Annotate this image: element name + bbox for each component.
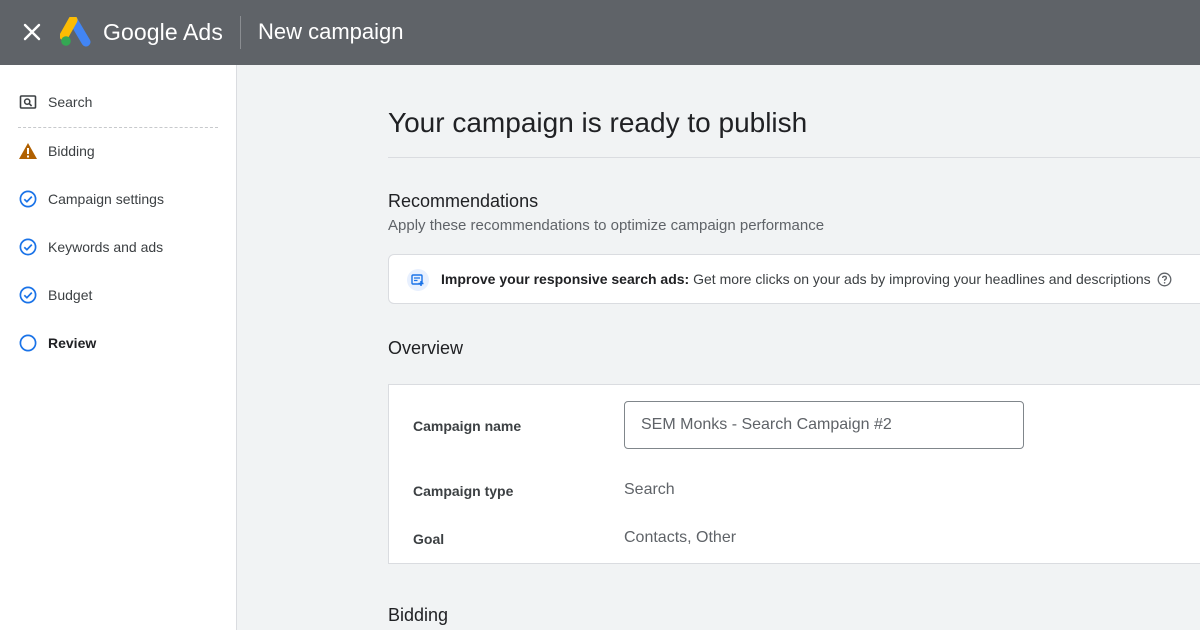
- campaign-type-value: Search: [624, 481, 675, 498]
- recommendations-title: Recommendations: [388, 191, 539, 211]
- overview-card: Campaign name Campaign type Search Goal …: [388, 384, 1200, 564]
- ad-improve-icon: [407, 269, 429, 291]
- sidebar-item-label: Budget: [48, 287, 93, 303]
- empty-circle-icon: [18, 333, 38, 353]
- overview-title: Overview: [388, 338, 464, 358]
- check-circle-icon: [18, 237, 38, 257]
- recommendation-card[interactable]: Improve your responsive search ads: Get …: [388, 254, 1200, 304]
- campaign-type-label: Campaign type: [413, 483, 514, 499]
- warning-icon: [18, 141, 38, 161]
- sidebar-item-bidding[interactable]: Bidding: [18, 136, 218, 166]
- sidebar-item-review[interactable]: Review: [18, 328, 218, 358]
- goal-value: Contacts, Other: [624, 529, 737, 546]
- review-heading: Your campaign is ready to publish: [388, 107, 808, 138]
- sidebar-item-search[interactable]: Search: [18, 87, 218, 117]
- check-circle-icon: [18, 285, 38, 305]
- sidebar: Search Bidding Campaign settings Keyword…: [0, 65, 237, 630]
- sidebar-separator: [18, 127, 218, 128]
- search-box-icon: [18, 92, 38, 112]
- sidebar-item-budget[interactable]: Budget: [18, 280, 218, 310]
- main-content: Your campaign is ready to publish Recomm…: [237, 65, 1200, 630]
- sidebar-item-label: Search: [48, 94, 93, 110]
- sidebar-item-keywords-and-ads[interactable]: Keywords and ads: [18, 232, 218, 262]
- goal-label: Goal: [413, 531, 445, 547]
- app-header: Google Ads New campaign: [0, 0, 1200, 65]
- page-title: New campaign: [258, 19, 404, 44]
- recommendations-subtitle: Apply these recommendations to optimize …: [388, 217, 825, 234]
- sidebar-item-label: Review: [48, 335, 97, 351]
- campaign-name-label: Campaign name: [413, 418, 522, 434]
- check-circle-icon: [18, 189, 38, 209]
- help-icon[interactable]: [1157, 272, 1172, 292]
- close-icon: [23, 23, 41, 41]
- campaign-name-input[interactable]: [624, 401, 1024, 449]
- sidebar-item-campaign-settings[interactable]: Campaign settings: [18, 184, 218, 214]
- header-divider: [240, 16, 241, 49]
- google-ads-logo[interactable]: [59, 15, 92, 47]
- sidebar-item-label: Bidding: [48, 143, 95, 159]
- recommendation-text: Improve your responsive search ads: Get …: [441, 271, 1151, 287]
- sidebar-item-label: Keywords and ads: [48, 239, 164, 255]
- sidebar-item-label: Campaign settings: [48, 191, 164, 207]
- recommendation-description: Get more clicks on your ads by improving…: [689, 271, 1151, 287]
- recommendation-bold-text: Improve your responsive search ads:: [441, 271, 690, 287]
- bidding-title: Bidding: [388, 605, 449, 625]
- heading-divider: [388, 157, 1200, 158]
- close-button[interactable]: [20, 20, 44, 44]
- brand-name: Google Ads: [103, 19, 223, 45]
